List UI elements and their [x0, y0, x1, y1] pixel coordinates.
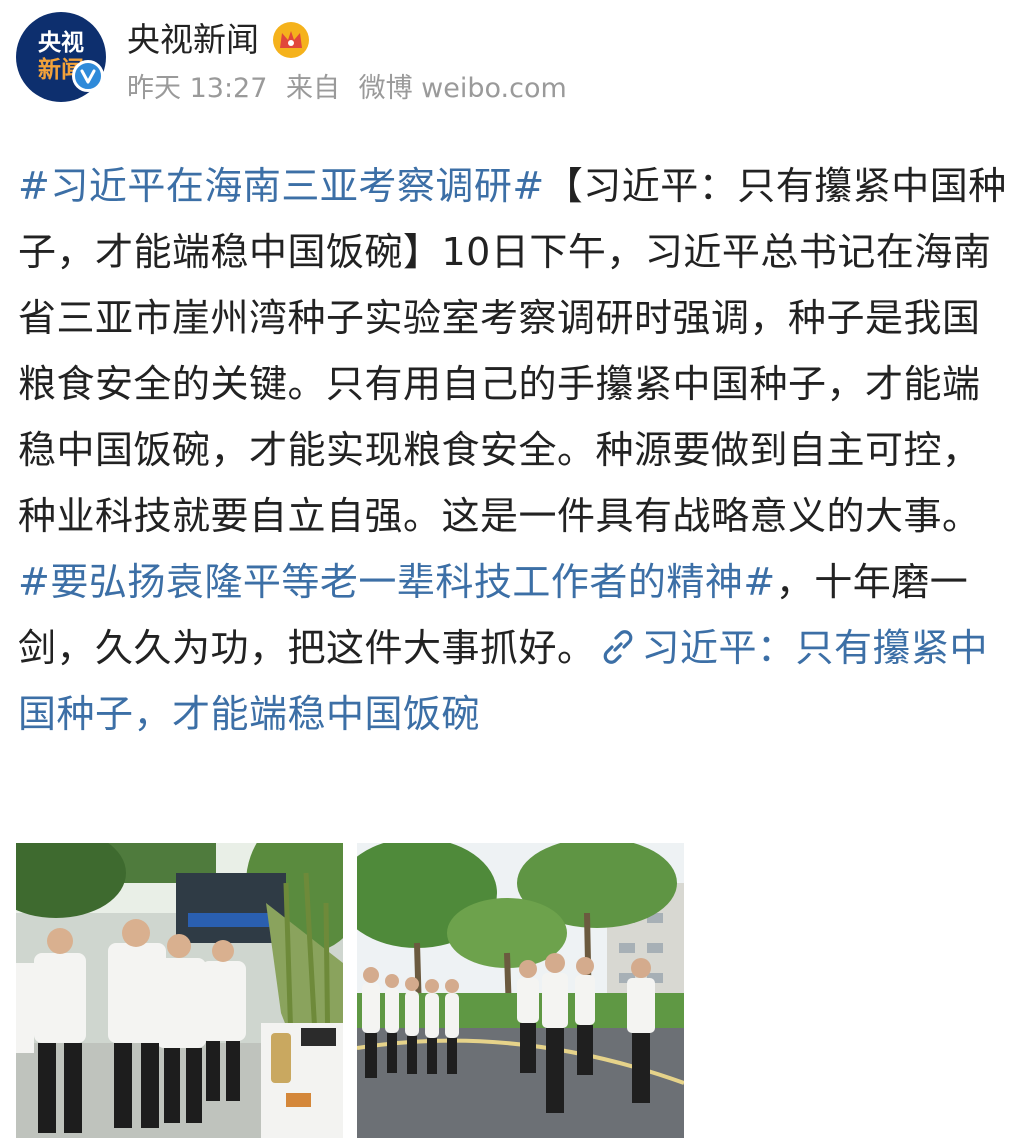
link-icon[interactable] [598, 621, 638, 664]
source-name[interactable]: 微博 weibo.com [359, 73, 567, 104]
post-image-2[interactable] [357, 843, 684, 1138]
verified-badge-icon [72, 60, 104, 92]
photo-visit-outdoor-path-icon [357, 843, 684, 1138]
topic-link-2[interactable]: #要弘扬袁隆平等老一辈科技工作者的精神# [18, 560, 776, 604]
post-image-1[interactable] [16, 843, 343, 1138]
account-name[interactable]: 央视新闻 [127, 18, 259, 62]
post-text-1: 【习近平：只有攥紧中国种子，才能端稳中国饭碗】10日下午，习近平总书记在海南省三… [18, 164, 1007, 538]
post-meta: 昨天 13:27 来自 微博 weibo.com [127, 71, 577, 107]
topic-link-1[interactable]: #习近平在海南三亚考察调研# [18, 164, 545, 208]
post-body: #习近平在海南三亚考察调研#【习近平：只有攥紧中国种子，才能端稳中国饭碗】10日… [18, 153, 1012, 747]
source-prefix: 来自 [286, 73, 340, 104]
post-time: 昨天 13:27 [127, 73, 268, 104]
crown-member-icon[interactable] [271, 20, 311, 60]
avatar-line1: 央视 [38, 30, 84, 56]
photo-visit-lab-entrance-icon [16, 843, 343, 1138]
account-name-row: 央视新闻 [127, 18, 311, 62]
